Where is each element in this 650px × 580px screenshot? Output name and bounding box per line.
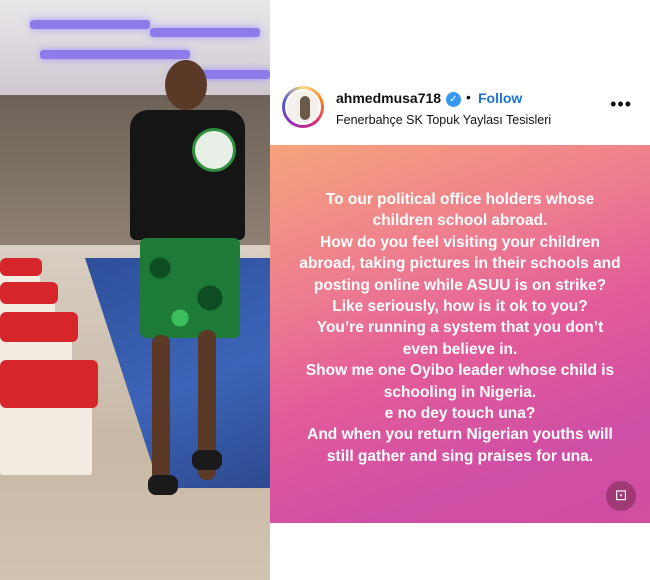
story-line: even believe in.: [402, 340, 518, 358]
person-sandal: [148, 475, 178, 495]
sunbed-cushion: [0, 282, 58, 304]
person: [120, 60, 270, 520]
player-photo: [0, 0, 270, 580]
story-ring[interactable]: [282, 86, 324, 128]
sunbed-cushion: [0, 312, 78, 342]
avatar[interactable]: [285, 89, 321, 125]
story-line: e no dey touch una?: [384, 405, 536, 423]
story-line: schooling in Nigeria.: [383, 383, 537, 401]
story-line: Show me one Oyibo leader whose child is: [305, 362, 615, 380]
person-leg: [152, 335, 170, 485]
text-scan-icon[interactable]: ⊡: [606, 481, 636, 511]
ceiling-light: [30, 20, 150, 29]
post-image: To our political office holders whose ch…: [270, 145, 650, 523]
sunbed-cushion: [0, 360, 98, 408]
story-line: You’re running a system that you don’t: [316, 319, 604, 337]
avatar-figure: [300, 96, 310, 120]
username[interactable]: ahmedmusa718: [336, 90, 441, 106]
post-header: ahmedmusa718 ✓ • Follow Fenerbahçe SK To…: [270, 78, 650, 145]
person-shorts: [140, 238, 240, 338]
location-link[interactable]: Fenerbahçe SK Topuk Yaylası Tesisleri: [336, 113, 551, 127]
story-line: And when you return Nigerian youths will: [307, 426, 613, 444]
ceiling-light: [150, 28, 260, 37]
instagram-post: ahmedmusa718 ✓ • Follow Fenerbahçe SK To…: [270, 78, 650, 526]
separator-dot: •: [466, 89, 471, 105]
person-shirt: [130, 110, 245, 240]
person-sandal: [192, 450, 222, 470]
story-line: How do you feel visiting your children: [320, 233, 600, 251]
follow-button[interactable]: Follow: [478, 90, 522, 106]
story-text: To our political office holders whose ch…: [280, 189, 640, 467]
story-line: Like seriously, how is it ok to you?: [332, 298, 588, 316]
sunbed-cushion: [0, 258, 42, 276]
story-line: To our political office holders whose: [325, 191, 595, 208]
story-line: children school abroad.: [372, 212, 548, 230]
person-head: [165, 60, 207, 110]
verified-badge-icon: ✓: [446, 92, 461, 107]
story-line: still gather and sing praises for una.: [326, 447, 594, 465]
story-line: posting online while ASUU is on strike?: [313, 276, 607, 294]
ceiling-light: [40, 50, 190, 59]
story-line: abroad, taking pictures in their schools…: [299, 255, 621, 273]
more-options-icon[interactable]: •••: [610, 94, 632, 115]
shirt-crest: [192, 128, 236, 172]
